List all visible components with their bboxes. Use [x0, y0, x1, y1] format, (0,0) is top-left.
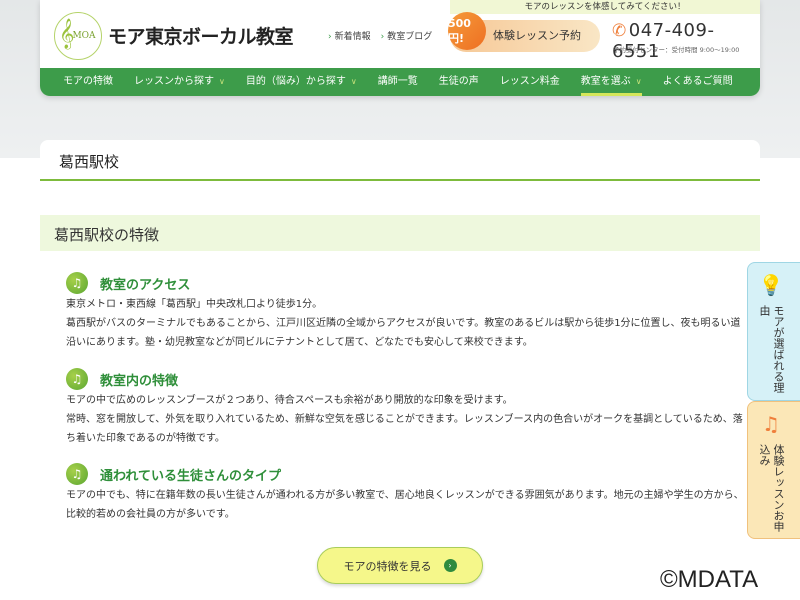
- site-title[interactable]: モア東京ボーカル教室: [108, 22, 294, 49]
- nav-item[interactable]: よくあるご質問: [663, 68, 733, 96]
- phone-text: 047-409-6551: [612, 20, 715, 62]
- sub-links: › 新着情報 › 教室ブログ: [328, 29, 432, 42]
- chevron-down-icon: ∨: [219, 77, 225, 86]
- music-note-icon: ♫: [762, 412, 780, 436]
- nav-item[interactable]: 講師一覧: [378, 68, 418, 96]
- subsection-interior: ♫ 教室内の特徴 モアの中で広めのレッスンブースが２つあり、待合スペースも余裕があ…: [66, 367, 746, 448]
- subsection-text: モアの中でも、特に在籍年数の長い生徒さんが通われる方が多い教室で、居心地良くレッ…: [66, 490, 744, 520]
- treble-clef-icon: 𝄞: [59, 19, 75, 49]
- subsection-students: ♫ 通われている生徒さんのタイプ モアの中でも、特に在籍年数の長い生徒さんが通われ…: [66, 462, 746, 524]
- chevron-right-icon: ›: [443, 559, 457, 572]
- phone-number[interactable]: ✆ 047-409-6551: [612, 20, 760, 62]
- logo[interactable]: 𝄞 MOA: [54, 12, 102, 60]
- section-heading: 葛西駅校の特徴: [40, 215, 760, 251]
- subsection-title: 教室内の特徴: [100, 373, 179, 389]
- subsection-text: モアの中で広めのレッスンブースが２つあり、待合スペースも余裕があり開放的な印象を…: [66, 395, 513, 406]
- nav-item[interactable]: レッスン料金: [500, 68, 560, 96]
- trial-lesson-label: 体験レッスンお申込み: [758, 444, 785, 532]
- nav-item-label: 目的（悩み）から探す: [245, 76, 346, 87]
- nav-item-label: 生徒の声: [438, 76, 479, 87]
- reception-hours: 予約受付センター：受付時間 9:00〜19:00: [613, 46, 740, 54]
- page-title: 葛西駅校: [40, 140, 760, 181]
- nav-item[interactable]: 目的（悩み）から探す ∨: [246, 68, 357, 96]
- why-moa-label: モアが選ばれる理由: [758, 305, 785, 393]
- nav-item-label: レッスン料金: [499, 76, 560, 87]
- news-link-label: 新着情報: [334, 32, 371, 42]
- nav-item-label: 教室を選ぶ: [580, 76, 631, 87]
- see-features-button[interactable]: モアの特徴を見る ›: [317, 547, 483, 584]
- nav-item[interactable]: 生徒の声: [439, 68, 479, 96]
- watermark: ©MDATA: [660, 566, 759, 593]
- subsection-access: ♫ 教室のアクセス 東京メトロ・東西線「葛西駅」中央改札口より徒歩1分。 葛西駅が…: [66, 271, 746, 352]
- subsection-text: 葛西駅がバスのターミナルでもあることから、江戸川区近隣の全域からアクセスが良いで…: [66, 318, 741, 348]
- nav-item[interactable]: 教室を選ぶ ∨: [580, 68, 642, 96]
- subsection-text: 常時、窓を開放して、外気を取り入れているため、新鮮な空気を感じることができます。…: [66, 414, 743, 444]
- price-badge: 500円!: [448, 12, 486, 50]
- trial-lesson-tab[interactable]: ♫ 体験レッスンお申込み: [747, 401, 800, 539]
- subsection-text: 東京メトロ・東西線「葛西駅」中央改札口より徒歩1分。: [66, 299, 323, 310]
- chevron-down-icon: ∨: [350, 77, 357, 86]
- nav-item[interactable]: レッスンから探す ∨: [134, 68, 225, 96]
- phone-icon: ✆: [612, 21, 627, 41]
- music-note-icon: ♫: [66, 368, 88, 390]
- site-header: 𝄞 MOA モア東京ボーカル教室 › 新着情報 › 教室ブログ モアのレッスンを体感し…: [40, 0, 760, 96]
- logo-text: MOA: [72, 31, 96, 41]
- why-moa-tab[interactable]: 💡 モアが選ばれる理由: [747, 262, 800, 401]
- subsection-title: 教室のアクセス: [100, 277, 191, 293]
- music-note-icon: ♫: [66, 272, 88, 294]
- nav-item-label: よくあるご質問: [662, 76, 733, 87]
- nav-item-label: モアの特徴: [63, 76, 113, 87]
- chevron-down-icon: ∨: [635, 77, 642, 86]
- nav-item[interactable]: モアの特徴: [63, 68, 113, 96]
- music-note-icon: ♫: [66, 463, 88, 485]
- subsection-title: 通われている生徒さんのタイプ: [100, 468, 281, 484]
- promo-banner: モアのレッスンを体感してみてください！: [450, 0, 760, 14]
- nav-item-label: レッスンから探す: [134, 76, 214, 87]
- blog-link[interactable]: › 教室ブログ: [381, 29, 433, 42]
- news-link[interactable]: › 新着情報: [328, 29, 371, 42]
- lightbulb-icon: 💡: [758, 273, 784, 297]
- cta-label: モアの特徴を見る: [343, 559, 432, 573]
- blog-link-label: 教室ブログ: [387, 32, 433, 42]
- main-nav: モアの特徴 レッスンから探す ∨ 目的（悩み）から探す ∨ 講師一覧 生徒の声 レッスン料金 教…: [40, 68, 760, 96]
- nav-item-label: 講師一覧: [377, 76, 418, 87]
